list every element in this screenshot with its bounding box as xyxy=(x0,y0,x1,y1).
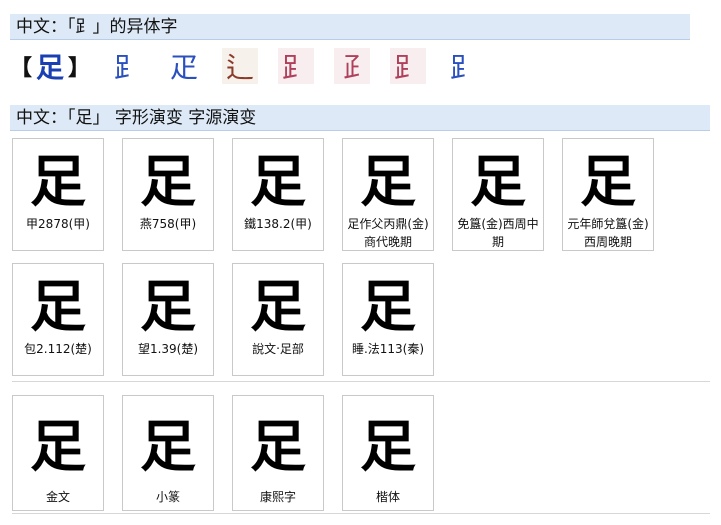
evolution-card[interactable]: 足 包2.112(楚) xyxy=(12,263,104,376)
glyph-caption: 足作父丙鼎(金)商代晚期 xyxy=(347,217,429,249)
glyph-caption: 鐵138.2(甲) xyxy=(244,217,312,231)
glyph-image: 足 xyxy=(30,273,86,340)
evolution-grid: 足 甲2878(甲) 足 燕758(甲) 足 鐵138.2(甲) 足 足作父丙鼎… xyxy=(12,138,712,388)
variant-char-7[interactable]: ⻊ xyxy=(446,48,482,84)
evolution-card[interactable]: 足 燕758(甲) xyxy=(122,138,214,251)
style-card[interactable]: 足 康熙字 xyxy=(232,395,324,511)
glyph-image: 足 xyxy=(360,413,416,480)
glyph-caption: 睡.法113(秦) xyxy=(351,342,425,356)
glyph-caption: 免簋(金)西周中期 xyxy=(457,217,539,249)
variant-image-3[interactable]: ⻍ xyxy=(222,48,259,84)
glyph-caption: 甲2878(甲) xyxy=(26,217,90,231)
main-character-link[interactable]: 足 xyxy=(36,46,64,86)
glyph-image: 足 xyxy=(140,413,196,480)
evolution-section-title: 中文：「足」 字形演变 字源演变 xyxy=(16,108,257,128)
evolution-card[interactable]: 足 說文‧足部 xyxy=(232,263,324,376)
glyph-image: 足 xyxy=(250,413,306,480)
glyph-image: 足 xyxy=(30,148,86,215)
glyph-image: 足 xyxy=(250,273,306,340)
variants-section-header: 中文：「⻊」的异体字 xyxy=(10,14,690,40)
evolution-card[interactable]: 足 望1.39(楚) xyxy=(122,263,214,376)
glyph-caption: 金文 xyxy=(45,490,70,504)
variants-section-title: 中文：「⻊」的异体字 xyxy=(16,17,178,37)
style-card[interactable]: 足 楷体 xyxy=(342,395,434,511)
variant-image-6[interactable]: 𧾷 xyxy=(390,48,427,84)
style-card[interactable]: 足 小篆 xyxy=(122,395,214,511)
style-card[interactable]: 足 金文 xyxy=(12,395,104,511)
glyph-image: 足 xyxy=(360,148,416,215)
glyph-caption: 康熙字 xyxy=(259,490,296,504)
glyph-image: 足 xyxy=(580,148,636,215)
bracket-open: 【 xyxy=(10,56,33,81)
glyph-image: 足 xyxy=(140,148,196,215)
variant-image-5[interactable]: 𤴔 xyxy=(334,48,371,84)
glyph-caption: 燕758(甲) xyxy=(139,217,197,231)
evolution-card[interactable]: 足 足作父丙鼎(金)商代晚期 xyxy=(342,138,434,251)
glyph-caption: 元年師兌簋(金)西周晚期 xyxy=(567,217,649,249)
evolution-card[interactable]: 足 睡.法113(秦) xyxy=(342,263,434,376)
glyph-image: 足 xyxy=(140,273,196,340)
bottom-divider xyxy=(12,513,710,514)
glyph-caption: 說文‧足部 xyxy=(252,342,304,356)
glyph-caption: 望1.39(楚) xyxy=(137,342,199,356)
evolution-card[interactable]: 足 鐵138.2(甲) xyxy=(232,138,324,251)
variant-char-1[interactable]: ⻊ xyxy=(110,48,146,84)
glyph-caption: 楷体 xyxy=(375,490,400,504)
evolution-section-header: 中文：「足」 字形演变 字源演变 xyxy=(10,105,710,131)
glyph-caption: 小篆 xyxy=(155,490,180,504)
evolution-card[interactable]: 足 元年師兌簋(金)西周晚期 xyxy=(562,138,654,251)
style-grid: 足 金文 足 小篆 足 康熙字 足 楷体 xyxy=(12,395,712,523)
glyph-caption: 包2.112(楚) xyxy=(24,342,92,356)
bracket-close: 】 xyxy=(68,56,91,81)
glyph-image: 足 xyxy=(30,413,86,480)
section-divider xyxy=(12,381,710,382)
glyph-image: 足 xyxy=(360,273,416,340)
glyph-image: 足 xyxy=(470,148,526,215)
variant-char-2[interactable]: 疋 xyxy=(166,48,202,84)
glyph-image: 足 xyxy=(250,148,306,215)
evolution-card[interactable]: 足 免簋(金)西周中期 xyxy=(452,138,544,251)
evolution-card[interactable]: 足 甲2878(甲) xyxy=(12,138,104,251)
variants-row: 【 足 】 ⻊ 疋 ⻍ 𧾷 𤴔 𧾷 ⻊ xyxy=(10,42,710,90)
variant-image-4[interactable]: 𧾷 xyxy=(278,48,315,84)
